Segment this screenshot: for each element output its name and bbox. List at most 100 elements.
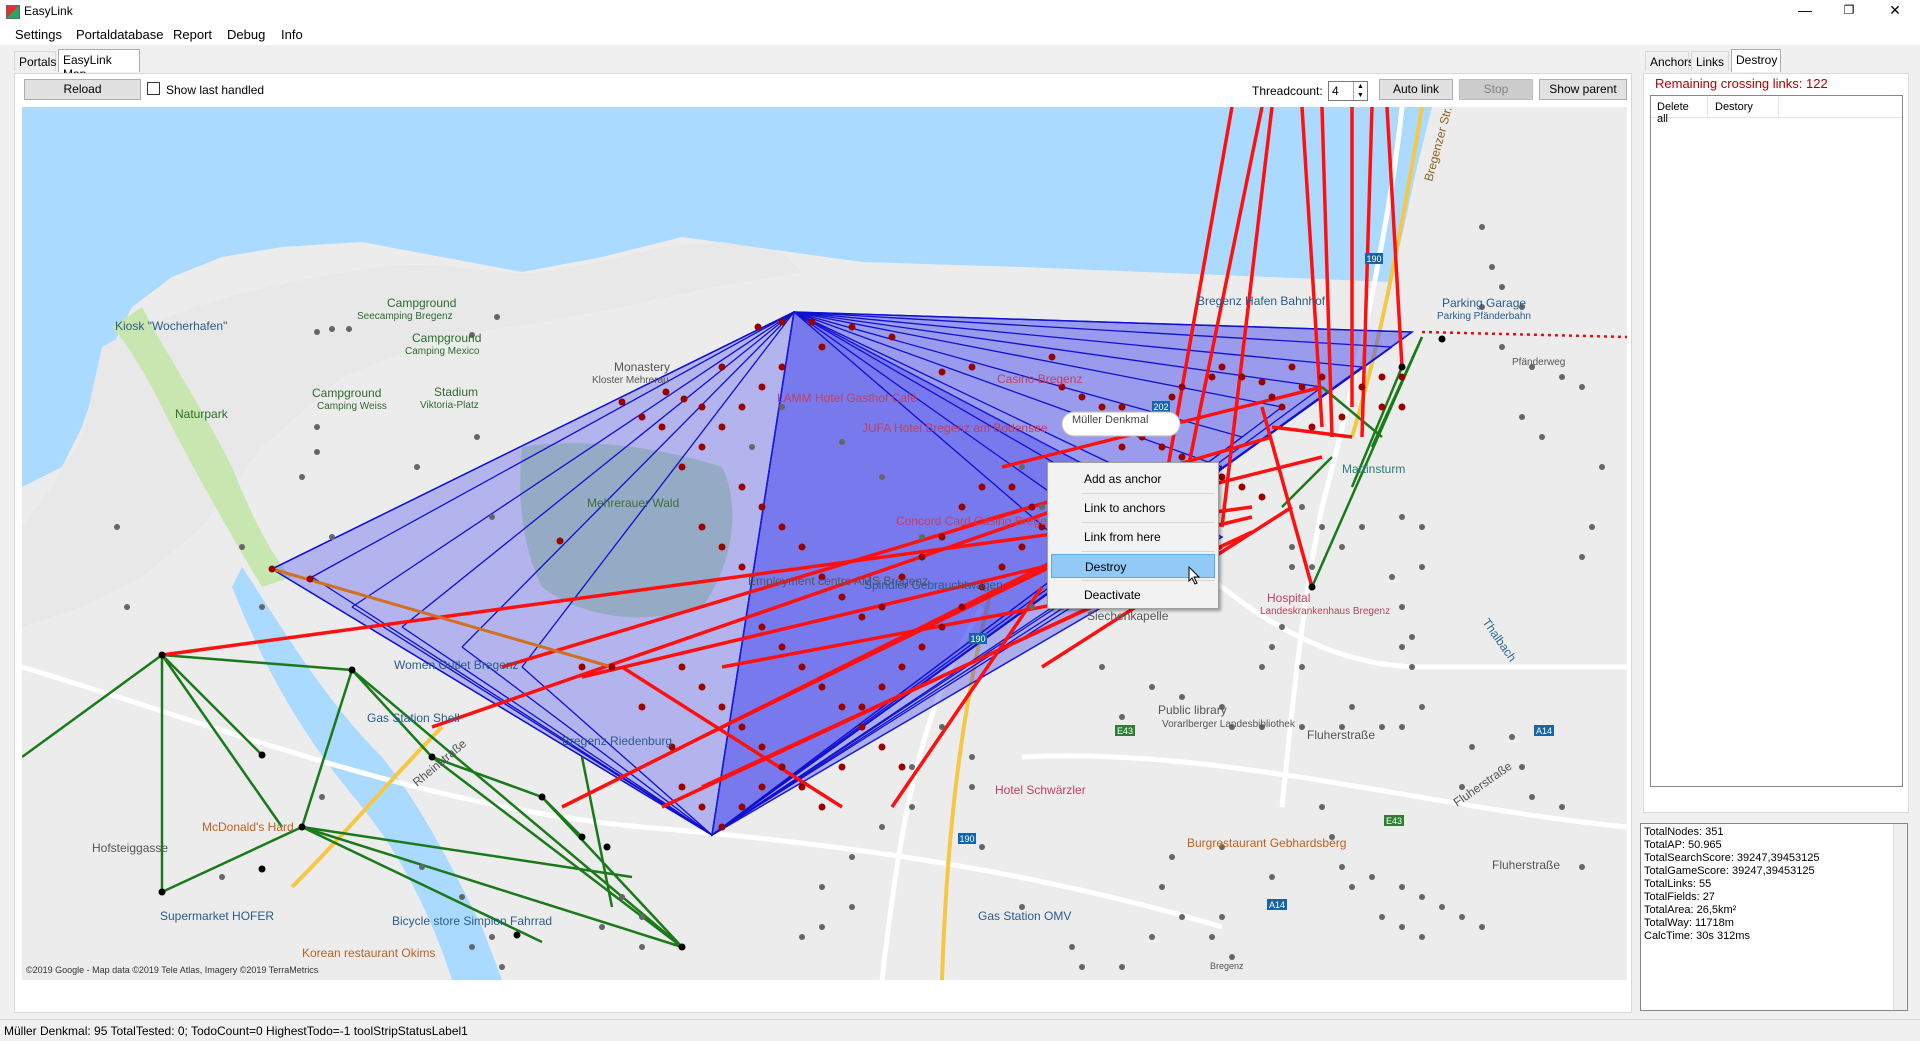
portal-dot — [798, 783, 806, 791]
ctx-add-anchor[interactable]: Add as anchor — [1051, 467, 1215, 491]
portal-dot — [888, 333, 896, 341]
portal-dot — [1238, 483, 1246, 491]
stat-line: TotalFields: 27 — [1644, 891, 1715, 903]
portal-dot — [798, 663, 806, 671]
portal-dot — [346, 326, 352, 332]
portal-dot — [1119, 964, 1125, 970]
menu-info[interactable]: Info — [281, 27, 303, 42]
portal-dot — [968, 363, 976, 371]
map-canvas[interactable]: 190 202 190 190 E43 E43 A14 A14 Kiosk "W… — [22, 107, 1627, 980]
portal-dot — [414, 464, 420, 470]
menu-settings[interactable]: Settings — [15, 27, 62, 42]
list-header: Delete all Destory — [1651, 96, 1902, 125]
portal-dot — [1419, 524, 1425, 530]
portal-dot — [1309, 564, 1315, 570]
portal-dot — [1399, 884, 1405, 890]
tab-links[interactable]: Links — [1691, 51, 1729, 71]
auto-link-button[interactable]: Auto link — [1379, 79, 1453, 100]
portal-dot — [698, 683, 706, 691]
portal-dot — [918, 643, 926, 651]
ctx-deactivate[interactable]: Deactivate — [1051, 583, 1215, 607]
anchor-dot — [578, 833, 586, 841]
portal-dot — [578, 663, 586, 671]
portal-dot — [678, 463, 686, 471]
map-label: Fluherstraße — [1492, 858, 1560, 872]
spin-down-icon[interactable]: ▼ — [1353, 91, 1367, 100]
portal-dot — [638, 413, 646, 421]
portal-dot — [494, 314, 500, 320]
reload-button[interactable]: Reload — [24, 79, 141, 100]
threadcount-spinner[interactable]: 4 ▲ ▼ — [1328, 81, 1368, 101]
close-button[interactable]: ✕ — [1872, 0, 1918, 22]
map-view[interactable]: 190 202 190 190 E43 E43 A14 A14 Kiosk "W… — [22, 107, 1627, 980]
map-label: Korean restaurant Okims — [302, 946, 435, 960]
portal-dot — [1308, 423, 1316, 431]
ctx-separator — [1081, 522, 1215, 523]
tab-portals[interactable]: Portals — [14, 51, 56, 71]
stats-textbox[interactable]: TotalNodes: 351 TotalAP: 50.965 TotalSea… — [1640, 823, 1908, 1011]
portal-dot — [1118, 403, 1126, 411]
portal-dot — [1379, 914, 1385, 920]
portal-dot — [878, 603, 886, 611]
map-label: LAMM Hotel Gasthof Café — [777, 391, 917, 405]
stats-scrollbar[interactable] — [1893, 824, 1907, 1010]
portal-dot — [1379, 724, 1385, 730]
portal-dot — [1399, 604, 1405, 610]
portal-dot — [662, 388, 670, 396]
map-label: Hotel Schwärzler — [995, 783, 1086, 797]
map-label: Kiosk "Wocherhafen" — [115, 319, 227, 333]
destroy-listview[interactable]: Delete all Destory — [1650, 95, 1903, 787]
tab-anchors[interactable]: Anchors — [1645, 51, 1694, 71]
map-label: Camping Weiss — [317, 401, 387, 412]
menu-report[interactable]: Report — [173, 27, 212, 42]
anchor-dot — [678, 943, 686, 951]
menu-debug[interactable]: Debug — [227, 27, 265, 42]
portal-dot — [1469, 744, 1475, 750]
portal-dot — [718, 703, 726, 711]
portal-dot — [1158, 443, 1166, 451]
menu-portaldatabase[interactable]: Portaldatabase — [76, 27, 163, 42]
mouse-cursor-icon — [1188, 566, 1201, 585]
map-label: Vorarlberger Landesbibliothek — [1162, 719, 1296, 730]
portal-dot — [1589, 524, 1595, 530]
anchor-dot — [1398, 363, 1406, 371]
map-label: Bregenz Riedenburg — [562, 734, 672, 748]
col-destroy[interactable]: Destory — [1709, 96, 1779, 118]
portal-dot — [639, 944, 645, 950]
minimize-button[interactable]: — — [1782, 0, 1828, 22]
show-last-handled-checkbox[interactable] — [147, 82, 160, 95]
stat-line: TotalAP: 50.965 — [1644, 839, 1722, 851]
tab-easylink-map[interactable]: EasyLink Map — [58, 49, 140, 81]
portal-dot — [1419, 704, 1425, 710]
map-label: Pfänderweg — [1512, 357, 1565, 368]
portal-dot — [1259, 664, 1265, 670]
portal-dot — [778, 763, 786, 771]
col-delete-all[interactable]: Delete all — [1651, 96, 1708, 125]
map-label: Naturpark — [175, 407, 229, 421]
map-label: Stadium — [434, 385, 478, 399]
title-bar: EasyLink — ❐ ✕ — [0, 0, 1920, 23]
portal-dot — [1048, 353, 1056, 361]
stat-line: TotalSearchScore: 39247,39453125 — [1644, 852, 1820, 864]
spin-up-icon[interactable]: ▲ — [1353, 82, 1367, 91]
portal-dot — [1509, 734, 1515, 740]
portal-dot — [1399, 644, 1405, 650]
portal-dot — [1579, 864, 1585, 870]
stop-button[interactable]: Stop — [1459, 79, 1533, 100]
portal-dot — [698, 403, 706, 411]
portal-dot — [938, 533, 946, 541]
portal-dot — [1599, 464, 1605, 470]
ctx-link-from-here[interactable]: Link from here — [1051, 525, 1215, 549]
portal-dot — [1559, 804, 1565, 810]
anchor-dot — [258, 865, 266, 873]
portal-dot — [1288, 363, 1296, 371]
tab-destroy[interactable]: Destroy — [1731, 49, 1781, 72]
ctx-link-to-anchors[interactable]: Link to anchors — [1051, 496, 1215, 520]
portal-dot — [758, 383, 766, 391]
portal-dot — [489, 514, 495, 520]
portal-dot — [1289, 544, 1295, 550]
portal-dot — [1269, 874, 1275, 880]
portal-dot — [680, 395, 688, 403]
show-parent-button[interactable]: Show parent — [1539, 79, 1627, 100]
restore-button[interactable]: ❐ — [1826, 0, 1872, 22]
